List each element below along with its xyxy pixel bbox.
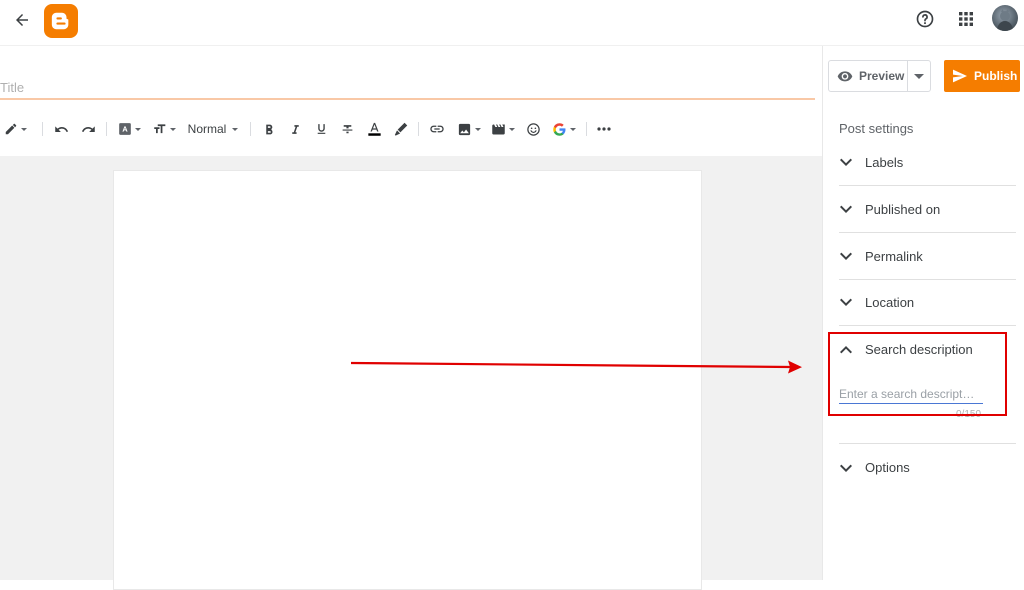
editor-toolbar: Normal [0,114,822,144]
image-icon[interactable] [456,118,482,140]
toolbar-divider [586,122,587,136]
toolbar-divider [250,122,251,136]
annotation-highlight-box [828,332,1007,416]
text-size-icon[interactable] [152,118,176,140]
apps-grid-icon[interactable] [954,7,978,31]
section-label: Labels [865,154,904,170]
text-color-icon[interactable] [365,118,383,140]
publish-button[interactable]: Publish [944,60,1020,92]
chevron-down-icon [839,155,853,169]
google-icon[interactable] [550,118,578,140]
section-label: Permalink [865,248,923,264]
eye-icon [837,71,853,82]
preview-dropdown-button[interactable] [907,60,931,92]
send-icon [953,69,967,83]
chevron-down-icon [839,295,853,309]
italic-icon[interactable] [287,118,303,140]
user-avatar[interactable] [992,5,1018,31]
underline-icon[interactable] [313,118,329,140]
emoji-icon[interactable] [524,118,542,140]
redo-icon[interactable] [79,118,97,140]
section-options[interactable]: Options [839,444,1016,491]
title-input[interactable] [0,76,815,100]
paragraph-format-dropdown[interactable]: Normal [186,118,240,140]
preview-button[interactable]: Preview [828,60,908,92]
arrow-left-icon[interactable] [10,8,34,32]
chevron-down-icon [839,461,853,475]
help-circle-icon[interactable] [913,7,937,31]
publish-label: Publish [974,69,1018,83]
bold-icon[interactable] [261,118,277,140]
post-body-editor[interactable] [113,170,702,590]
annotation-arrow [350,360,802,374]
chevron-down-icon [839,202,853,216]
video-icon[interactable] [490,118,516,140]
paragraph-format-label: Normal [187,122,227,136]
pencil-icon[interactable] [2,118,28,140]
link-icon[interactable] [428,118,446,140]
section-labels[interactable]: Labels [839,139,1016,186]
post-settings-title: Post settings [839,121,914,136]
blogger-logo-icon[interactable] [44,4,78,38]
section-label: Location [865,294,915,310]
highlight-icon[interactable] [391,118,409,140]
section-published-on[interactable]: Published on [839,186,1016,233]
section-permalink[interactable]: Permalink [839,233,1016,280]
font-icon[interactable] [117,118,141,140]
top-bar [0,0,1024,46]
more-icon[interactable] [595,118,613,140]
chevron-down-icon [914,73,924,79]
undo-icon[interactable] [52,118,70,140]
toolbar-divider [42,122,43,136]
toolbar-divider [418,122,419,136]
section-label: Published on [865,201,941,217]
preview-label: Preview [859,69,905,83]
strikethrough-icon[interactable] [339,118,355,140]
section-label: Options [865,460,910,475]
section-location[interactable]: Location [839,279,1016,326]
chevron-down-icon [839,249,853,263]
toolbar-divider [106,122,107,136]
